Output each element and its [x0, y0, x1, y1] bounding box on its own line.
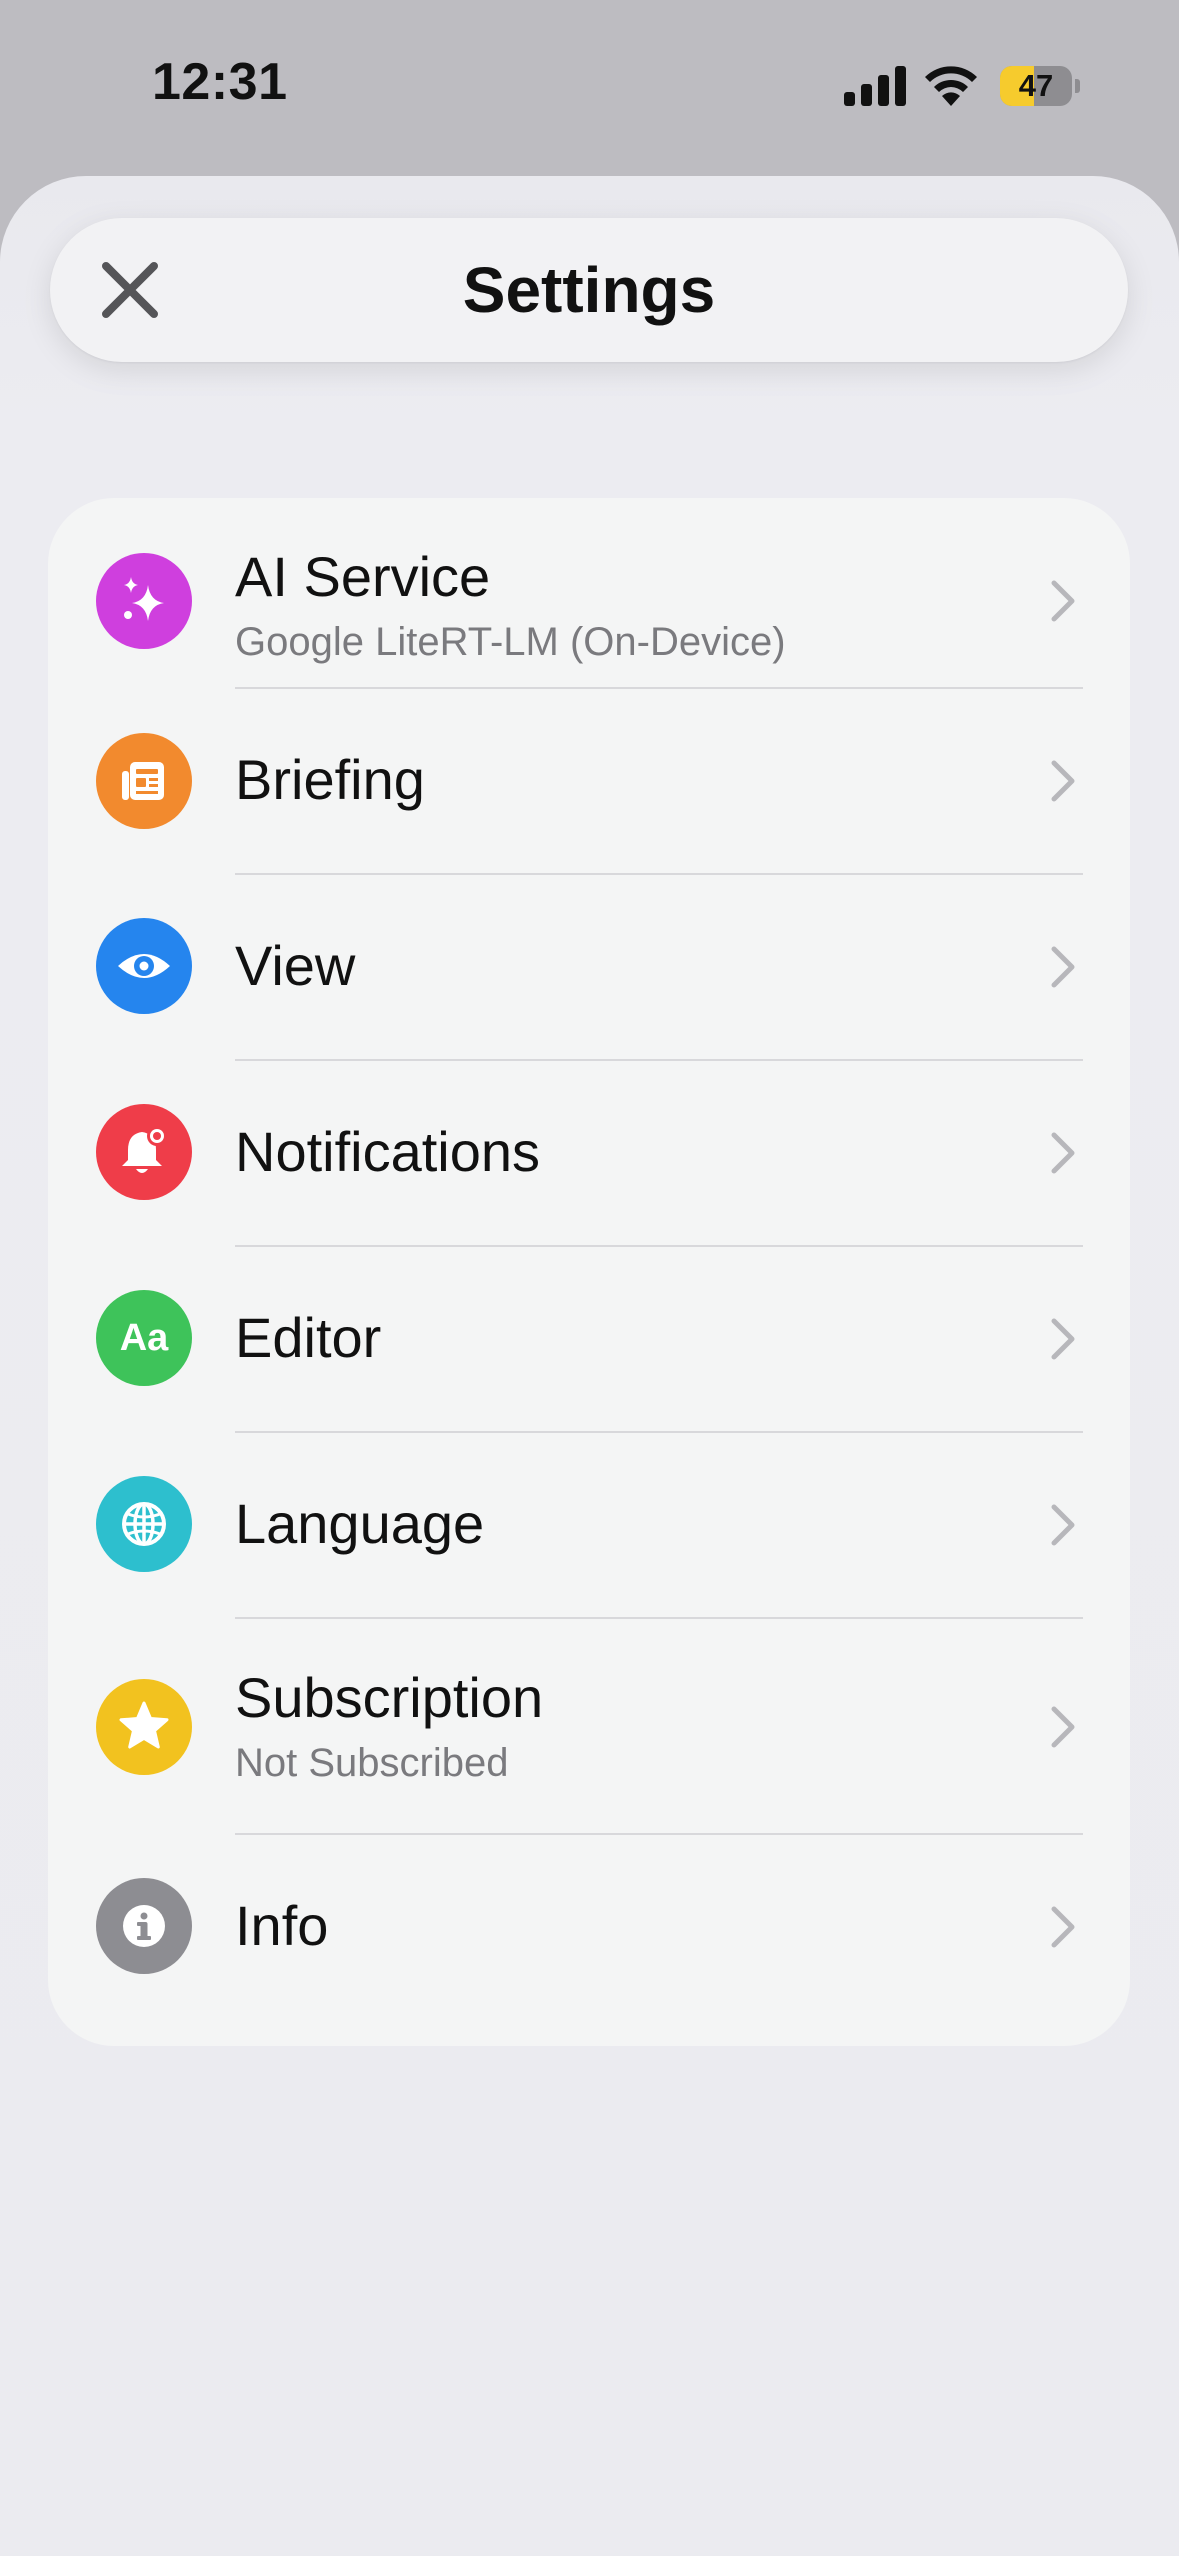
chevron-right-icon — [1051, 1706, 1075, 1748]
settings-row-briefing[interactable]: Briefing — [48, 689, 1130, 873]
settings-row-info[interactable]: Info — [48, 1835, 1130, 2035]
chevron-right-icon — [1051, 1318, 1075, 1360]
battery-indicator: 47 — [1000, 66, 1080, 106]
settings-row-title: View — [235, 934, 356, 997]
settings-row-notifications[interactable]: Notifications — [48, 1061, 1130, 1245]
settings-row-subtitle: Google LiteRT-LM (On-Device) — [235, 620, 786, 664]
cellular-signal-icon — [844, 66, 906, 106]
ai-service-icon-badge — [96, 553, 192, 649]
chevron-right-icon — [1051, 1906, 1075, 1948]
status-bar: 12:31 47 — [0, 0, 1179, 170]
settings-row-title: Editor — [235, 1306, 382, 1369]
chevron-right-icon — [1051, 1132, 1075, 1174]
info-icon — [123, 1905, 165, 1947]
settings-sheet: Settings AI Service Google LiteRT-LM (On… — [0, 176, 1179, 2556]
settings-row-title: Language — [235, 1492, 485, 1555]
wifi-icon — [925, 66, 977, 106]
settings-row-title: AI Service — [235, 545, 491, 608]
svg-text:Aa: Aa — [120, 1317, 169, 1359]
settings-row-subscription[interactable]: Subscription Not Subscribed — [48, 1619, 1130, 1833]
view-icon-badge — [96, 918, 192, 1014]
sparkles-icon — [124, 577, 164, 621]
language-icon-badge — [96, 1476, 192, 1572]
nav-bar: Settings — [50, 218, 1128, 362]
chevron-right-icon — [1051, 946, 1075, 988]
settings-row-title: Notifications — [235, 1120, 541, 1183]
chevron-right-icon — [1051, 580, 1075, 622]
settings-row-ai-service[interactable]: AI Service Google LiteRT-LM (On-Device) — [48, 498, 1130, 688]
info-icon-badge — [96, 1878, 192, 1974]
close-icon — [102, 262, 158, 318]
settings-row-view[interactable]: View — [48, 875, 1130, 1059]
notifications-icon-badge — [96, 1104, 192, 1200]
settings-row-subtitle: Not Subscribed — [235, 1741, 509, 1785]
status-time: 12:31 — [152, 53, 288, 111]
newspaper-icon — [122, 762, 164, 800]
globe-icon — [122, 1502, 166, 1546]
settings-row-title: Info — [235, 1894, 329, 1957]
text-format-icon: Aa — [120, 1317, 169, 1359]
settings-row-language[interactable]: Language — [48, 1433, 1130, 1617]
settings-screen: 12:31 47 Settings AI Service Google Lite… — [0, 0, 1179, 2556]
battery-level: 47 — [1018, 68, 1054, 103]
close-button[interactable] — [70, 230, 190, 350]
bell-badge-icon — [122, 1126, 167, 1173]
battery-cap — [1075, 79, 1080, 93]
settings-list: AI Service Google LiteRT-LM (On-Device) — [48, 498, 1130, 2046]
settings-row-title: Briefing — [235, 748, 425, 811]
page-title: Settings — [462, 254, 716, 326]
chevron-right-icon — [1051, 760, 1075, 802]
editor-icon-badge: Aa — [96, 1290, 192, 1386]
settings-row-editor[interactable]: Aa Editor — [48, 1247, 1130, 1431]
eye-icon — [118, 954, 170, 978]
settings-row-title: Subscription — [235, 1666, 544, 1729]
subscription-icon-badge — [96, 1679, 192, 1775]
briefing-icon-badge — [96, 733, 192, 829]
chevron-right-icon — [1051, 1504, 1075, 1546]
battery-body: 47 — [1000, 66, 1072, 106]
star-icon — [119, 1701, 169, 1749]
